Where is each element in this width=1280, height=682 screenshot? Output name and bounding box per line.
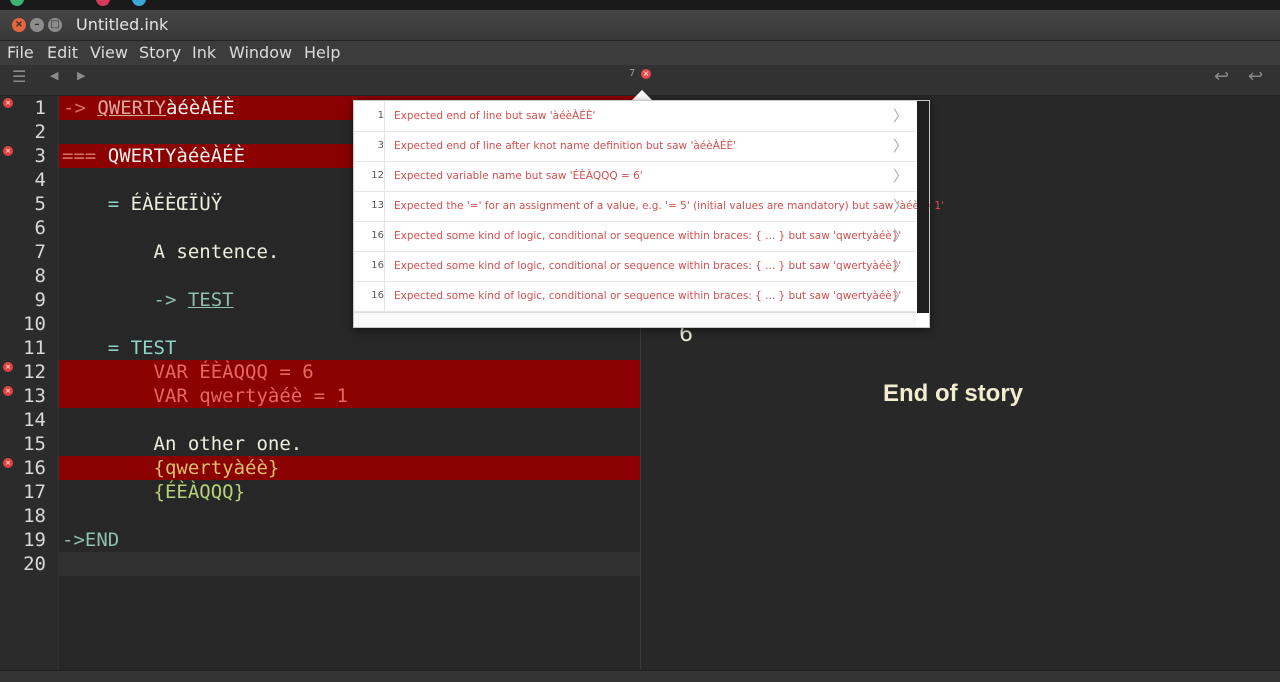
line-number: 8 xyxy=(34,265,46,287)
code-line[interactable]: ->END xyxy=(59,528,643,552)
chevron-right-icon: 〉 xyxy=(892,167,908,185)
line-number: 15 xyxy=(23,433,46,455)
issue-line-number: 16 xyxy=(354,251,385,281)
chevron-right-icon: 〉 xyxy=(892,287,908,305)
line-number: 20 xyxy=(23,553,46,575)
chevron-right-icon: 〉 xyxy=(892,197,908,215)
window-titlebar: × – □ Untitled.ink xyxy=(0,10,1280,41)
popup-vertical-scrollbar[interactable] xyxy=(917,101,929,313)
line-number: 14 xyxy=(23,409,46,431)
code-line[interactable]: VAR qwertyàéè = 1 xyxy=(59,384,643,408)
issue-row[interactable]: 3 Expected end of line after knot name d… xyxy=(354,131,916,162)
current-line[interactable] xyxy=(59,552,640,576)
popup-pointer xyxy=(632,90,652,100)
issue-message: Expected the '=' for an assignment of a … xyxy=(394,200,944,212)
error-icon[interactable]: × xyxy=(641,69,651,79)
close-window-button[interactable]: × xyxy=(12,18,26,32)
code-line[interactable]: = TEST xyxy=(59,336,643,360)
status-dot xyxy=(96,0,110,6)
forward-nav-icon[interactable]: ▶ xyxy=(77,69,85,82)
issue-message: Expected end of line but saw 'àéèÀÉÈ' xyxy=(394,110,596,122)
issue-row[interactable]: 16 Expected some kind of logic, conditio… xyxy=(354,221,916,252)
menu-bar: File Edit View Story Ink Window Help xyxy=(0,41,1280,65)
knot-marker: === xyxy=(62,145,108,167)
line-number: 12 xyxy=(23,361,46,383)
status-bar xyxy=(0,670,1280,682)
issue-row[interactable]: 16 Expected some kind of logic, conditio… xyxy=(354,251,916,282)
stitch-marker: = xyxy=(62,193,131,215)
chevron-right-icon: 〉 xyxy=(892,137,908,155)
line-number: 2 xyxy=(34,121,46,143)
issue-message: Expected some kind of logic, conditional… xyxy=(394,230,902,242)
line-number: 16 xyxy=(23,457,46,479)
menu-window[interactable]: Window xyxy=(229,43,292,62)
issue-count[interactable]: 7 xyxy=(629,68,635,79)
issue-row[interactable]: 1 Expected end of line but saw 'àéèÀÉÈ' … xyxy=(354,101,916,132)
stitch-name: ÉÀÉÈŒÏÙŸ xyxy=(130,193,223,215)
line-number: 4 xyxy=(34,169,46,191)
code-line[interactable]: An other one. xyxy=(59,432,643,456)
divert-target-link[interactable]: QWERTY xyxy=(97,97,166,119)
issue-line-number: 12 xyxy=(354,161,385,191)
minimize-window-button[interactable]: – xyxy=(30,18,44,32)
chevron-right-icon: 〉 xyxy=(892,227,908,245)
line-number-gutter: × × × × × 1 2 3 4 5 6 7 8 9 10 11 12 13 … xyxy=(0,96,59,670)
back-nav-icon[interactable]: ◀ xyxy=(50,69,58,82)
rewind-icon[interactable]: ↩ xyxy=(1214,66,1229,87)
issues-popup: 1 Expected end of line but saw 'àéèÀÉÈ' … xyxy=(353,100,944,328)
code-line[interactable]: {ÉÈÀQQQ} xyxy=(59,480,643,504)
hamburger-menu-icon[interactable]: ☰ xyxy=(12,67,26,86)
line-number: 1 xyxy=(34,97,46,119)
menu-view[interactable]: View xyxy=(90,43,128,62)
line-number: 11 xyxy=(23,337,46,359)
issue-message: Expected end of line after knot name def… xyxy=(394,140,737,152)
knot-name: QWERTYàéèÀÉÈ xyxy=(107,145,246,167)
line-number: 19 xyxy=(23,529,46,551)
issue-message: Expected some kind of logic, conditional… xyxy=(394,290,902,302)
line-number: 13 xyxy=(23,385,46,407)
line-number: 3 xyxy=(34,145,46,167)
issue-line-number: 16 xyxy=(354,221,385,251)
chevron-right-icon: 〉 xyxy=(892,107,908,125)
chevron-right-icon: 〉 xyxy=(892,257,908,275)
menu-story[interactable]: Story xyxy=(139,43,181,62)
issue-line-number: 1 xyxy=(354,101,385,131)
menu-file[interactable]: File xyxy=(7,43,34,62)
code-line[interactable]: {qwertyàéè} xyxy=(59,456,643,480)
issue-line-number: 3 xyxy=(354,131,385,161)
desktop-top-strip xyxy=(0,0,1280,10)
issue-row[interactable]: 16 Expected some kind of logic, conditio… xyxy=(354,281,916,312)
end-of-story-label: End of story xyxy=(883,380,1024,407)
code-line[interactable]: VAR ÉÈÀQQQ = 6 xyxy=(59,360,643,384)
menu-help[interactable]: Help xyxy=(304,43,340,62)
menu-edit[interactable]: Edit xyxy=(47,43,78,62)
line-number: 18 xyxy=(23,505,46,527)
status-dot xyxy=(10,0,24,6)
line-number: 6 xyxy=(34,217,46,239)
line-number: 10 xyxy=(23,313,46,335)
window-title: Untitled.ink xyxy=(76,15,169,34)
invalid-text: àéèÀÉÈ xyxy=(165,97,235,119)
issue-line-number: 13 xyxy=(354,191,385,221)
line-number: 9 xyxy=(34,289,46,311)
status-dot xyxy=(132,0,146,6)
maximize-window-button[interactable]: □ xyxy=(48,18,62,32)
menu-ink[interactable]: Ink xyxy=(192,43,216,62)
line-number: 17 xyxy=(23,481,46,503)
issue-row[interactable]: 13 Expected the '=' for an assignment of… xyxy=(354,191,944,222)
issue-row[interactable]: 12 Expected variable name but saw 'ÉÈÀQQ… xyxy=(354,161,916,192)
divert-arrow: -> xyxy=(62,289,188,311)
issue-message: Expected some kind of logic, conditional… xyxy=(394,260,902,272)
issue-line-number: 16 xyxy=(354,281,385,311)
line-number: 5 xyxy=(34,193,46,215)
restart-icon[interactable]: ↩ xyxy=(1248,66,1263,87)
divert-arrow: -> xyxy=(63,97,98,119)
divert-target-link[interactable]: TEST xyxy=(188,289,234,311)
issue-message: Expected variable name but saw 'ÉÈÀQQQ =… xyxy=(394,170,643,182)
popup-horizontal-scrollbar[interactable] xyxy=(354,312,916,327)
line-number: 7 xyxy=(34,241,46,263)
